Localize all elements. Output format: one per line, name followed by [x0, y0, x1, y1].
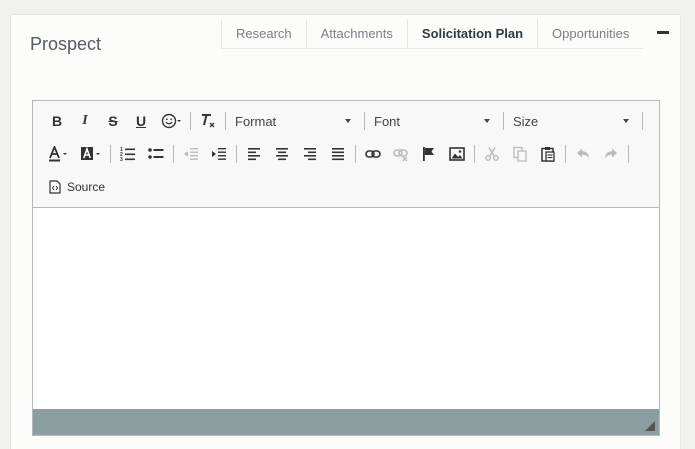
size-dropdown[interactable]: Size [507, 109, 635, 133]
outdent-icon [184, 148, 198, 160]
panel-title: Prospect [30, 34, 102, 54]
undo-button[interactable] [569, 142, 597, 166]
underline-button[interactable]: U [127, 109, 155, 133]
toolbar-separator [225, 112, 226, 130]
justify-button[interactable] [324, 142, 352, 166]
align-center-button[interactable] [268, 142, 296, 166]
collapse-icon[interactable] [657, 31, 669, 34]
redo-button[interactable] [597, 142, 625, 166]
copy-button[interactable] [506, 142, 534, 166]
indent-icon [212, 148, 226, 160]
toolbar-separator [236, 145, 237, 163]
editor-status-bar [33, 409, 659, 435]
tab-research[interactable]: Research [221, 19, 306, 48]
chevron-down-icon [484, 119, 490, 123]
align-left-icon [248, 148, 260, 161]
editor-content-area[interactable] [33, 209, 659, 409]
toolbar-row-1: B I S U Format Font Size [43, 108, 646, 134]
source-button[interactable]: Source [43, 175, 111, 199]
tab-solicitation-plan[interactable]: Solicitation Plan [406, 19, 537, 48]
editor-toolbar: B I S U Format Font Size 1 2 3 Source [33, 101, 659, 208]
link-icon [365, 150, 381, 158]
format-dropdown[interactable]: Format [229, 109, 357, 133]
align-justify-icon [332, 148, 344, 161]
bulleted-list-icon [148, 148, 164, 159]
toolbar-separator [110, 145, 111, 163]
align-left-button[interactable] [240, 142, 268, 166]
rich-text-editor: B I S U Format Font Size 1 2 3 Source [32, 100, 660, 436]
chevron-down-icon [623, 119, 629, 123]
toolbar-row-3: Source [43, 174, 111, 200]
toolbar-separator [364, 112, 365, 130]
resize-handle-icon[interactable] [645, 421, 655, 431]
scissors-icon [484, 147, 500, 162]
decrease-indent-button[interactable] [177, 142, 205, 166]
toolbar-separator [173, 145, 174, 163]
clipboard-icon [541, 147, 555, 162]
unlink-icon [393, 149, 408, 162]
source-label: Source [67, 180, 106, 194]
toolbar-separator [642, 112, 643, 130]
paste-button[interactable] [534, 142, 562, 166]
copy-icon [513, 146, 527, 162]
format-label: Format [235, 113, 277, 129]
link-button[interactable] [359, 142, 387, 166]
clear-format-icon [202, 114, 215, 128]
numbered-list-button[interactable]: 1 2 3 [114, 142, 142, 166]
numbered-list-icon: 1 2 3 [120, 147, 135, 162]
toolbar-separator [628, 145, 629, 163]
redo-icon [605, 148, 617, 159]
toolbar-separator [565, 145, 566, 163]
undo-icon [577, 148, 589, 159]
source-code-icon [49, 180, 61, 194]
svg-text:3: 3 [120, 157, 123, 162]
smiley-icon [161, 113, 181, 129]
toolbar-separator [503, 112, 504, 130]
tab-bar: Research Attachments Solicitation Plan O… [221, 19, 644, 49]
align-center-icon [276, 148, 288, 161]
bold-button[interactable]: B [43, 109, 71, 133]
font-label: Font [374, 113, 401, 129]
image-icon [449, 147, 465, 161]
anchor-button[interactable] [415, 142, 443, 166]
text-color-button[interactable] [43, 142, 75, 166]
tab-opportunities[interactable]: Opportunities [537, 19, 643, 48]
background-color-button[interactable] [75, 142, 107, 166]
font-dropdown[interactable]: Font [368, 109, 496, 133]
unlink-button[interactable] [387, 142, 415, 166]
increase-indent-button[interactable] [205, 142, 233, 166]
toolbar-separator [355, 145, 356, 163]
chevron-down-icon [345, 119, 351, 123]
align-right-icon [304, 148, 316, 161]
prospect-panel: Prospect Research Attachments Solicitati… [10, 14, 681, 449]
italic-button[interactable]: I [71, 109, 99, 133]
toolbar-row-2: 1 2 3 [43, 141, 632, 167]
image-button[interactable] [443, 142, 471, 166]
align-right-button[interactable] [296, 142, 324, 166]
tab-attachments[interactable]: Attachments [305, 19, 407, 48]
flag-icon [423, 147, 434, 161]
text-color-icon [49, 146, 67, 162]
remove-format-button[interactable] [194, 109, 222, 133]
strikethrough-button[interactable]: S [99, 109, 127, 133]
cut-button[interactable] [478, 142, 506, 166]
background-color-icon [81, 146, 100, 160]
bulleted-list-button[interactable] [142, 142, 170, 166]
toolbar-separator [474, 145, 475, 163]
size-label: Size [513, 113, 539, 129]
toolbar-separator [190, 112, 191, 130]
emoji-button[interactable] [155, 109, 187, 133]
